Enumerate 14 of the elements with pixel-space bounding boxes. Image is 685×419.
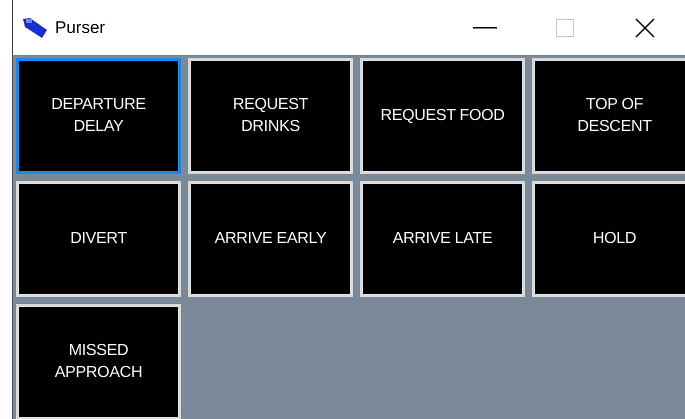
window-title: Purser [55,18,106,38]
action-button[interactable]: DEPARTURE DELAY [16,58,181,174]
tag-icon [21,16,49,40]
minimize-icon [473,26,497,28]
action-button[interactable]: REQUEST DRINKS [188,58,353,174]
action-button[interactable]: ARRIVE LATE [360,181,525,297]
action-button[interactable]: HOLD [532,181,685,297]
action-button[interactable]: DIVERT [16,181,181,297]
action-button[interactable]: REQUEST FOOD [360,58,525,174]
maximize-icon [556,18,574,36]
action-button[interactable]: TOP OF DESCENT [532,58,685,174]
close-icon [635,18,655,38]
action-button[interactable]: MISSED APPROACH [16,304,181,419]
action-button[interactable]: ARRIVE EARLY [188,181,353,297]
